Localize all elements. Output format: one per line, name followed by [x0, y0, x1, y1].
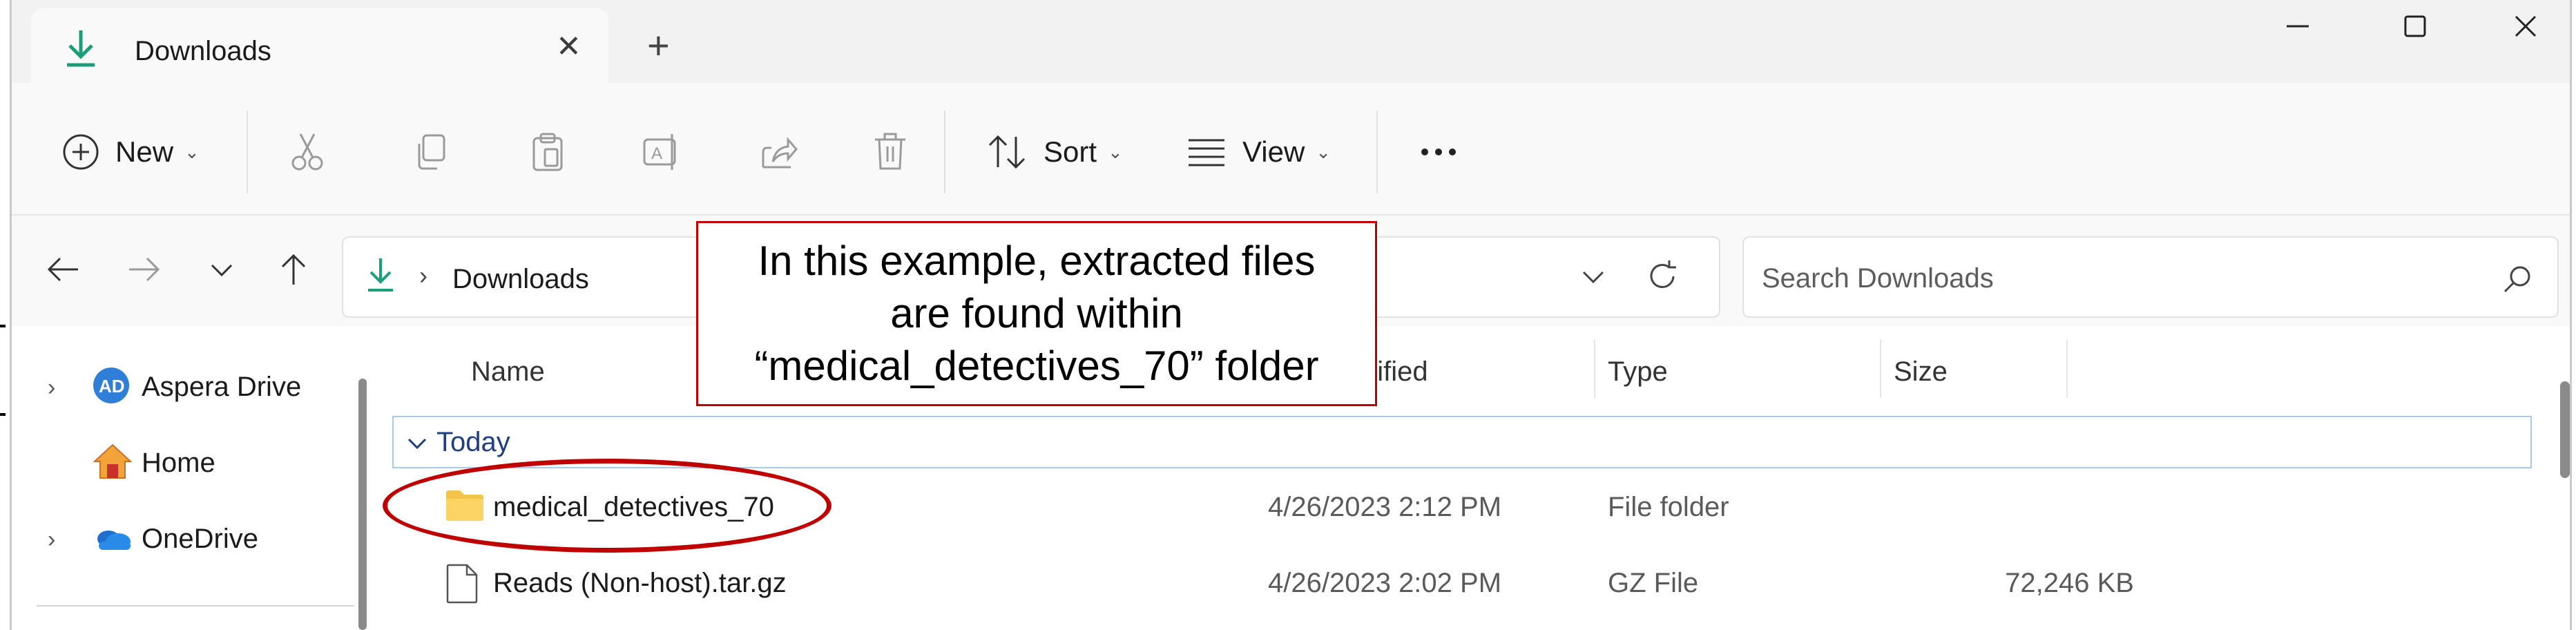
margin-tick: [0, 413, 6, 416]
file-size: 72,246 KB: [2005, 568, 2134, 598]
nav-item-aspera-drive[interactable]: › AD Aspera Drive: [12, 354, 357, 416]
nav-pane-scrollbar[interactable]: [358, 379, 367, 630]
maximize-button[interactable]: [2401, 12, 2429, 47]
delete-icon: [871, 131, 910, 173]
cut-icon: [288, 131, 327, 173]
file-date: 4/26/2023 2:02 PM: [1268, 568, 1502, 598]
nav-item-label: OneDrive: [142, 524, 258, 554]
column-divider[interactable]: [1594, 340, 1595, 398]
callout-line: In this example, extracted files: [758, 238, 1316, 284]
more-icon: [1418, 145, 1459, 159]
home-icon: [92, 442, 133, 484]
toolbar-divider: [1376, 111, 1378, 193]
plus-circle-icon: [61, 133, 100, 171]
command-bar: New ⌄ A Sort ⌄ View ⌄: [12, 83, 2570, 216]
file-name: Reads (Non-host).tar.gz: [493, 568, 787, 598]
new-label: New: [115, 135, 174, 168]
file-type: GZ File: [1608, 568, 1699, 598]
paste-icon: [528, 131, 567, 173]
column-header-name[interactable]: Name: [471, 356, 545, 388]
column-divider[interactable]: [1880, 340, 1881, 398]
rename-icon: A: [642, 131, 683, 173]
paste-button[interactable]: [528, 124, 567, 180]
address-history-chevron-icon[interactable]: [1579, 265, 1607, 294]
close-tab-icon[interactable]: ✕: [556, 32, 581, 62]
share-icon: [758, 131, 799, 173]
column-header-type[interactable]: Type: [1608, 356, 1668, 388]
margin-tick: [0, 325, 6, 327]
search-box[interactable]: [1742, 236, 2559, 318]
nav-item-label: Aspera Drive: [142, 372, 302, 402]
file-date: 4/26/2023 2:12 PM: [1268, 492, 1502, 522]
nav-divider: [37, 605, 354, 607]
annotation-highlight-ellipse: [383, 459, 832, 553]
rename-button[interactable]: A: [642, 124, 683, 180]
download-icon: [61, 28, 100, 69]
breadcrumb-separator: ›: [419, 261, 427, 289]
nav-item-label: Home: [142, 448, 215, 478]
search-icon[interactable]: [2501, 262, 2534, 299]
svg-text:AD: AD: [99, 376, 125, 397]
sort-icon: [987, 133, 1028, 171]
copy-icon: [412, 131, 451, 173]
delete-button[interactable]: [871, 124, 910, 180]
view-icon: [1186, 135, 1227, 169]
close-window-button[interactable]: [2512, 12, 2539, 47]
onedrive-icon: [92, 518, 133, 560]
navigation-pane: › AD Aspera Drive Home › OneDrive: [12, 326, 378, 630]
new-button[interactable]: New ⌄: [61, 124, 200, 180]
minimize-button[interactable]: [2284, 12, 2311, 47]
toolbar-divider: [247, 111, 248, 193]
breadcrumb-downloads[interactable]: Downloads: [452, 264, 589, 295]
column-header-size[interactable]: Size: [1894, 356, 1948, 388]
refresh-icon[interactable]: [1643, 257, 1682, 299]
chevron-down-icon: ⌄: [1316, 141, 1332, 162]
chevron-down-icon: ⌄: [184, 141, 200, 162]
download-icon: [364, 256, 397, 298]
back-arrow-icon[interactable]: [44, 250, 82, 292]
sort-button[interactable]: Sort ⌄: [987, 124, 1123, 180]
callout-line: are found within: [890, 290, 1183, 336]
column-divider[interactable]: [2066, 340, 2068, 398]
callout-line: “medical_detectives_70” folder: [754, 343, 1319, 389]
expand-chevron-icon[interactable]: ›: [48, 526, 55, 553]
chevron-down-icon: ⌄: [1108, 141, 1123, 162]
file-row[interactable]: Reads (Non-host).tar.gz 4/26/2023 2:02 P…: [388, 548, 2529, 618]
forward-arrow-icon[interactable]: [125, 250, 164, 292]
aspera-icon: AD: [92, 366, 131, 408]
more-options-button[interactable]: [1418, 124, 1459, 180]
group-label: Today: [436, 427, 510, 457]
collapse-chevron-icon[interactable]: [406, 432, 428, 458]
file-icon: [445, 564, 479, 607]
search-input[interactable]: [1760, 251, 2454, 305]
view-button[interactable]: View ⌄: [1186, 124, 1331, 180]
annotation-callout: In this example, extracted files are fou…: [696, 221, 1377, 406]
cut-button[interactable]: [288, 124, 327, 180]
file-type: File folder: [1608, 492, 1729, 522]
expand-chevron-icon[interactable]: ›: [48, 374, 55, 401]
svg-text:A: A: [651, 144, 662, 163]
nav-item-home[interactable]: Home: [12, 430, 357, 492]
file-list-scrollbar[interactable]: [2560, 381, 2570, 478]
group-header-today[interactable]: Today: [392, 416, 2532, 468]
up-arrow-icon[interactable]: [274, 250, 313, 292]
toolbar-divider: [944, 111, 945, 193]
sort-label: Sort: [1044, 135, 1097, 168]
share-button[interactable]: [758, 124, 799, 180]
tab-bar: Downloads ✕ +: [12, 0, 2570, 83]
tab-downloads[interactable]: Downloads ✕: [31, 8, 608, 83]
tab-title: Downloads: [135, 36, 271, 66]
new-tab-button[interactable]: +: [647, 26, 670, 65]
recent-locations-chevron-icon[interactable]: [206, 250, 237, 292]
view-label: View: [1242, 135, 1305, 168]
nav-item-onedrive[interactable]: › OneDrive: [12, 506, 357, 568]
copy-button[interactable]: [412, 124, 451, 180]
